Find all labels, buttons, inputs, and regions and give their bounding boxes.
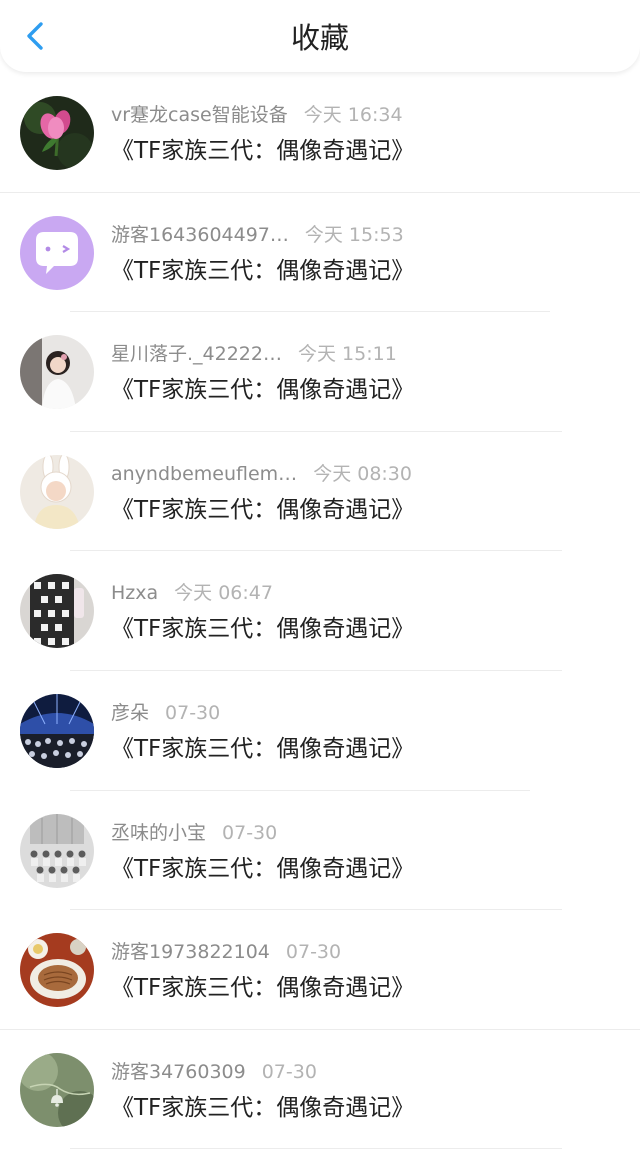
avatar bbox=[20, 574, 94, 649]
avatar bbox=[20, 454, 94, 529]
timestamp: 07-30 bbox=[222, 821, 278, 844]
avatar bbox=[20, 813, 94, 888]
list-item[interactable]: Hzxa 今天 06:47 《TF家族三代：偶像奇遇记》 bbox=[0, 551, 640, 671]
list-item[interactable]: 星川落子._42222… 今天 15:11 《TF家族三代：偶像奇遇记》 bbox=[0, 312, 640, 432]
timestamp: 今天 16:34 bbox=[303, 104, 403, 126]
item-title: 《TF家族三代：偶像奇遇记》 bbox=[111, 616, 415, 643]
timestamp: 今天 15:53 bbox=[304, 223, 404, 246]
user-name: 游客1973822104 bbox=[111, 941, 270, 964]
avatar bbox=[20, 215, 94, 290]
user-name: vr蹇龙case智能设备 bbox=[111, 104, 288, 126]
user-name: Hzxa bbox=[111, 582, 159, 605]
user-name: anyndbemeuflem… bbox=[111, 462, 298, 485]
divider bbox=[70, 1148, 562, 1150]
item-title: 《TF家族三代：偶像奇遇记》 bbox=[111, 1094, 415, 1121]
avatar bbox=[20, 693, 94, 768]
list-item[interactable]: 彦朵 07-30 《TF家族三代：偶像奇遇记》 bbox=[0, 671, 640, 791]
timestamp: 07-30 bbox=[165, 701, 221, 724]
item-title: 《TF家族三代：偶像奇遇记》 bbox=[111, 975, 415, 1002]
page-title: 收藏 bbox=[290, 21, 349, 55]
user-name: 丞味的小宝 bbox=[111, 821, 207, 844]
avatar bbox=[20, 1052, 94, 1127]
favorites-list: vr蹇龙case智能设备 今天 16:34 《TF家族三代：偶像奇遇记》 游客16… bbox=[0, 73, 640, 1150]
list-item[interactable]: 游客1643604497… 今天 15:53 《TF家族三代：偶像奇遇记》 bbox=[0, 193, 640, 313]
avatar bbox=[20, 933, 94, 1008]
timestamp: 今天 06:47 bbox=[174, 582, 273, 605]
timestamp: 今天 08:30 bbox=[313, 462, 412, 485]
list-item[interactable]: 游客1973822104 07-30 《TF家族三代：偶像奇遇记》 bbox=[0, 910, 640, 1030]
user-name: 游客1643604497… bbox=[111, 223, 289, 246]
list-item[interactable]: 丞味的小宝 07-30 《TF家族三代：偶像奇遇记》 bbox=[0, 791, 640, 911]
list-item[interactable]: anyndbemeuflem… 今天 08:30 《TF家族三代：偶像奇遇记》 bbox=[0, 432, 640, 552]
header-bar: 收藏 bbox=[0, 0, 640, 72]
timestamp: 07-30 bbox=[285, 941, 342, 964]
user-name: 星川落子._42222… bbox=[111, 343, 282, 366]
item-title: 《TF家族三代：偶像奇遇记》 bbox=[111, 138, 415, 164]
timestamp: 07-30 bbox=[261, 1060, 317, 1083]
user-name: 游客34760309 bbox=[111, 1060, 246, 1083]
user-name: 彦朵 bbox=[111, 701, 150, 724]
item-title: 《TF家族三代：偶像奇遇记》 bbox=[111, 735, 415, 762]
list-item[interactable]: vr蹇龙case智能设备 今天 16:34 《TF家族三代：偶像奇遇记》 bbox=[0, 73, 640, 193]
avatar bbox=[20, 96, 94, 170]
timestamp: 今天 15:11 bbox=[297, 343, 397, 366]
item-title: 《TF家族三代：偶像奇遇记》 bbox=[111, 377, 415, 404]
item-title: 《TF家族三代：偶像奇遇记》 bbox=[111, 496, 415, 523]
item-title: 《TF家族三代：偶像奇遇记》 bbox=[111, 855, 415, 882]
avatar bbox=[20, 335, 94, 410]
item-title: 《TF家族三代：偶像奇遇记》 bbox=[111, 257, 415, 284]
list-item[interactable]: 游客34760309 07-30 《TF家族三代：偶像奇遇记》 bbox=[0, 1030, 640, 1150]
